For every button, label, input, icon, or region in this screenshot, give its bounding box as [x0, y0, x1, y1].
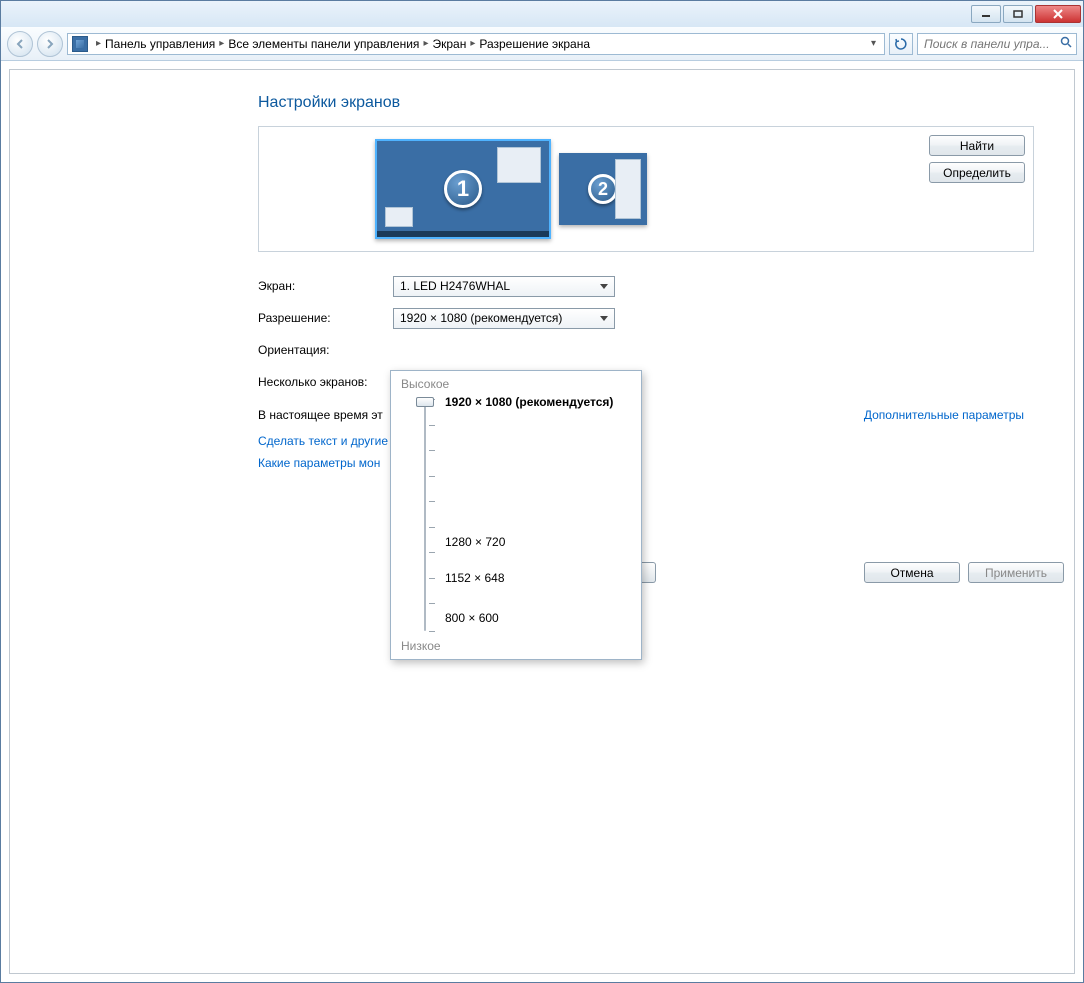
resolution-combobox-value: 1920 × 1080 (рекомендуется) [400, 311, 562, 325]
breadcrumb-item-1[interactable]: Все элементы панели управления [228, 37, 419, 51]
breadcrumb-item-3[interactable]: Разрешение экрана [479, 37, 590, 51]
nav-bar: ▸ Панель управления ▸ Все элементы панели… [1, 27, 1083, 61]
label-multiple-screens: Несколько экранов: [258, 375, 393, 389]
monitor-params-link[interactable]: Какие параметры мон [258, 456, 380, 470]
screen-combobox[interactable]: 1. LED H2476WHAL [393, 276, 615, 297]
apply-button[interactable]: Применить [968, 562, 1064, 583]
info-text: В настоящее время эт [258, 408, 383, 422]
breadcrumb-sep-icon: ▸ [423, 38, 428, 49]
search-box[interactable] [917, 33, 1077, 55]
identify-button[interactable]: Определить [929, 162, 1025, 183]
monitor-preview: 1 2 Найти Определить [258, 126, 1034, 252]
forward-button[interactable] [37, 31, 63, 57]
advanced-settings-link[interactable]: Дополнительные параметры [864, 408, 1024, 422]
breadcrumb-item-2[interactable]: Экран [432, 37, 466, 51]
breadcrumb-sep-icon: ▸ [96, 38, 101, 49]
resolution-option-1280[interactable]: 1280 × 720 [445, 535, 505, 549]
screen-combobox-value: 1. LED H2476WHAL [400, 279, 510, 293]
content-frame: Настройки экранов 1 2 [1, 61, 1083, 982]
resolution-slider-popup: Высокое Низкое 1920 × 1080 (рекоме [390, 370, 642, 660]
monitor-display-2[interactable]: 2 [559, 153, 647, 225]
detect-button[interactable]: Найти [929, 135, 1025, 156]
content-box: Настройки экранов 1 2 [9, 69, 1075, 974]
resolution-slider[interactable] [421, 399, 429, 631]
text-size-link[interactable]: Сделать текст и другие [258, 434, 388, 448]
label-resolution: Разрешение: [258, 311, 393, 325]
window-frame: ▸ Панель управления ▸ Все элементы панели… [0, 0, 1084, 983]
address-dropdown-icon[interactable]: ▾ [867, 38, 880, 49]
search-icon [1060, 36, 1072, 51]
breadcrumb-sep-icon: ▸ [219, 38, 224, 49]
resolution-option-800[interactable]: 800 × 600 [445, 611, 499, 625]
monitor-display-1[interactable]: 1 [375, 139, 551, 239]
slider-thumb[interactable] [416, 397, 434, 407]
chevron-down-icon [600, 316, 608, 321]
back-button[interactable] [7, 31, 33, 57]
maximize-button[interactable] [1003, 5, 1033, 23]
breadcrumb-sep-icon: ▸ [470, 38, 475, 49]
search-input[interactable] [922, 36, 1056, 52]
refresh-button[interactable] [889, 33, 913, 55]
monitor-number-label: 1 [444, 170, 482, 208]
cancel-button[interactable]: Отмена [864, 562, 960, 583]
resolution-option-1152[interactable]: 1152 × 648 [445, 571, 505, 585]
slider-label-high: Высокое [401, 377, 449, 391]
chevron-down-icon [600, 284, 608, 289]
resolution-combobox[interactable]: 1920 × 1080 (рекомендуется) [393, 308, 615, 329]
monitor-number-label: 2 [588, 174, 618, 204]
label-orientation: Ориентация: [258, 343, 393, 357]
breadcrumb-item-0[interactable]: Панель управления [105, 37, 215, 51]
label-screen: Экран: [258, 279, 393, 293]
resolution-option-current[interactable]: 1920 × 1080 (рекомендуется) [445, 395, 613, 409]
address-bar[interactable]: ▸ Панель управления ▸ Все элементы панели… [67, 33, 885, 55]
minimize-button[interactable] [971, 5, 1001, 23]
page-title: Настройки экранов [258, 94, 1034, 112]
control-panel-icon [72, 36, 88, 52]
slider-label-low: Низкое [401, 639, 441, 653]
close-button[interactable] [1035, 5, 1081, 23]
title-bar [1, 1, 1083, 27]
